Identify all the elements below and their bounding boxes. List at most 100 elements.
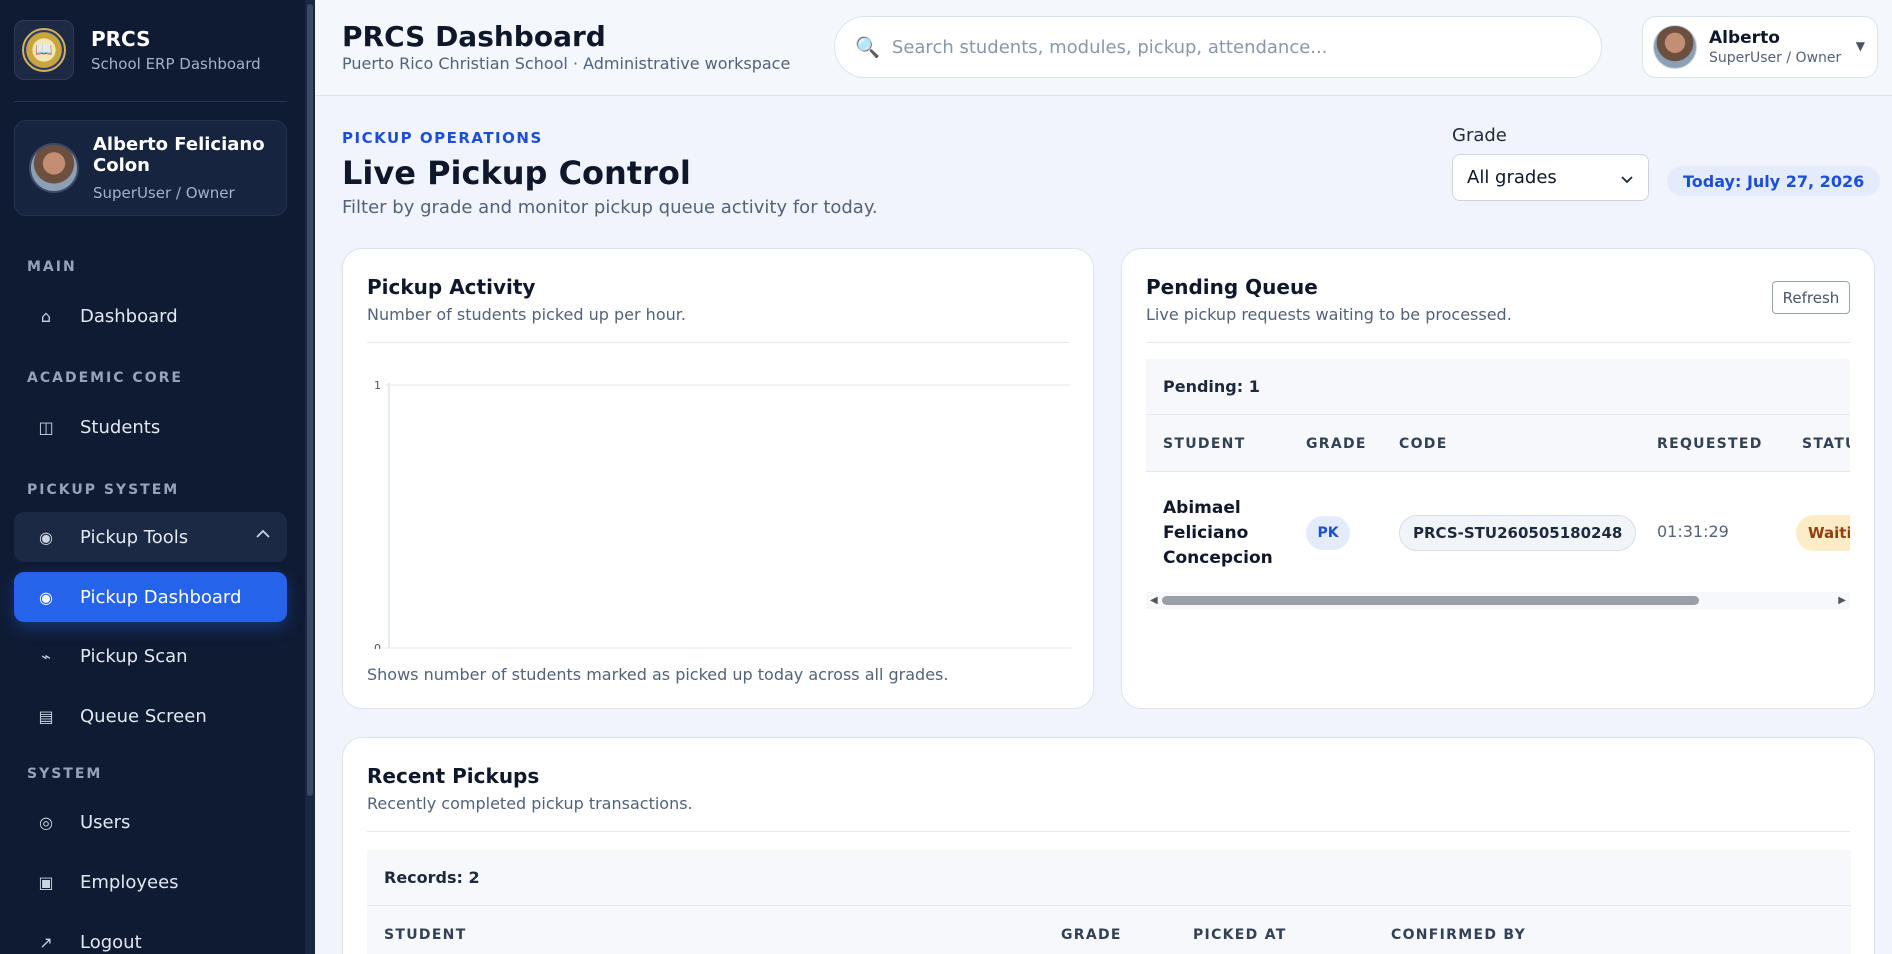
- requested-time: 01:31:29: [1657, 522, 1729, 541]
- column-header-student[interactable]: STUDENT: [384, 927, 467, 943]
- brand-name: PRCS: [91, 27, 151, 51]
- column-header-status[interactable]: STATUS: [1802, 436, 1850, 452]
- home-icon: ⌂: [40, 306, 52, 326]
- top-header: PRCS Dashboard Puerto Rico Christian Sch…: [315, 0, 1892, 96]
- table-header: STUDENT GRADE PICKED AT CONFIRMED BY: [367, 906, 1851, 954]
- pending-queue-table: Pending: 1 STUDENT GRADE CODE REQUESTED …: [1146, 359, 1850, 609]
- sidebar-user-card[interactable]: Alberto Feliciano Colon SuperUser / Owne…: [14, 120, 287, 216]
- brand[interactable]: 📖 PRCS School ERP Dashboard: [14, 20, 261, 80]
- school-logo: 📖: [14, 20, 74, 80]
- sidebar-item-pickup-scan[interactable]: ⌁ Pickup Scan: [14, 631, 287, 681]
- sidebar-section-main: MAIN: [27, 259, 77, 275]
- target-icon: ◉: [39, 587, 53, 607]
- sidebar-item-users[interactable]: ◎ Users: [14, 797, 287, 847]
- sidebar-item-label: Queue Screen: [80, 705, 207, 727]
- sidebar-item-dashboard[interactable]: ⌂ Dashboard: [14, 291, 287, 341]
- profile-name: Alberto: [1709, 28, 1780, 48]
- sidebar-scrollbar-thumb[interactable]: [307, 4, 313, 796]
- column-header-picked-at[interactable]: PICKED AT: [1193, 927, 1287, 943]
- profile-menu[interactable]: Alberto SuperUser / Owner ▼: [1642, 16, 1878, 78]
- sidebar-item-pickup-tools[interactable]: ◉ Pickup Tools: [14, 512, 287, 562]
- refresh-button[interactable]: Refresh: [1772, 281, 1850, 314]
- column-header-confirmed-by[interactable]: CONFIRMED BY: [1391, 927, 1526, 943]
- card-title: Recent Pickups: [367, 764, 540, 788]
- sidebar-item-students[interactable]: ◫ Students: [14, 402, 287, 452]
- sidebar-item-label: Users: [80, 811, 131, 833]
- pickup-activity-card: Pickup Activity Number of students picke…: [342, 248, 1094, 709]
- page-kicker: PICKUP OPERATIONS: [342, 129, 543, 147]
- sidebar-section-pickup: PICKUP SYSTEM: [27, 482, 180, 498]
- column-header-code[interactable]: CODE: [1399, 436, 1448, 452]
- grade-badge: PK: [1306, 516, 1350, 550]
- sidebar: 📖 PRCS School ERP Dashboard Alberto Feli…: [0, 0, 315, 954]
- caret-down-icon: ▼: [1855, 39, 1865, 53]
- grade-filter-label: Grade: [1452, 125, 1507, 146]
- column-header-grade[interactable]: GRADE: [1061, 927, 1122, 943]
- sidebar-item-queue-screen[interactable]: ▤ Queue Screen: [14, 691, 287, 741]
- card-title: Pickup Activity: [367, 275, 536, 299]
- sidebar-item-label: Logout: [80, 931, 142, 953]
- table-horizontal-scrollbar[interactable]: ◀ ▶: [1146, 592, 1850, 609]
- scroll-right-arrow-icon[interactable]: ▶: [1838, 595, 1846, 606]
- sidebar-user-name: Alberto Feliciano Colon: [93, 134, 265, 176]
- card-subtitle: Live pickup requests waiting to be proce…: [1146, 305, 1512, 324]
- sidebar-item-employees[interactable]: ▣ Employees: [14, 857, 287, 907]
- search-input[interactable]: [891, 36, 1572, 58]
- target-icon: ◉: [39, 527, 53, 547]
- user-circle-icon: ◎: [39, 812, 53, 832]
- sidebar-item-pickup-dashboard[interactable]: ◉ Pickup Dashboard: [14, 572, 287, 622]
- search-icon: 🔍: [855, 35, 880, 59]
- card-divider: [1146, 342, 1850, 343]
- book-icon: ◫: [38, 417, 54, 437]
- card-subtitle: Recently completed pickup transactions.: [367, 794, 693, 813]
- records-count: Records: 2: [367, 850, 1851, 906]
- sidebar-divider: [14, 101, 287, 102]
- id-card-icon: ▣: [38, 872, 54, 892]
- sidebar-item-label: Pickup Scan: [80, 645, 188, 667]
- pending-count: Pending: 1: [1146, 359, 1850, 415]
- sidebar-section-system: SYSTEM: [27, 766, 103, 782]
- y-tick-label: 1: [374, 379, 381, 392]
- card-subtitle: Number of students picked up per hour.: [367, 305, 686, 324]
- global-search[interactable]: 🔍: [834, 16, 1602, 78]
- card-divider: [367, 342, 1069, 343]
- app-title: PRCS Dashboard: [342, 20, 606, 53]
- student-name: Abimael Feliciano Concepcion: [1163, 498, 1273, 568]
- column-header-student[interactable]: STUDENT: [1163, 436, 1246, 452]
- table-row[interactable]: Abimael Feliciano Concepcion PK PRCS-STU…: [1146, 472, 1850, 592]
- sidebar-section-academic: ACADEMIC CORE: [27, 370, 183, 386]
- monitor-icon: ▤: [38, 706, 54, 726]
- table-header: STUDENT GRADE CODE REQUESTED STATUS: [1146, 415, 1850, 472]
- column-header-grade[interactable]: GRADE: [1306, 436, 1367, 452]
- sidebar-item-label: Pickup Dashboard: [80, 586, 242, 608]
- card-title: Pending Queue: [1146, 275, 1318, 299]
- pending-queue-card: Pending Queue Live pickup requests waiti…: [1121, 248, 1875, 709]
- sidebar-item-logout[interactable]: ↗ Logout: [14, 917, 287, 954]
- sidebar-item-label: Students: [80, 416, 161, 438]
- status-badge: Waiting: [1796, 515, 1850, 551]
- today-badge: Today: July 27, 2026: [1667, 166, 1881, 196]
- avatar: [29, 143, 79, 193]
- chart-footnote: Shows number of students marked as picke…: [367, 665, 949, 684]
- scan-icon: ⌁: [41, 646, 51, 666]
- column-header-requested[interactable]: REQUESTED: [1657, 436, 1763, 452]
- scroll-left-arrow-icon[interactable]: ◀: [1150, 595, 1158, 606]
- chevron-up-icon[interactable]: [255, 526, 271, 542]
- avatar: [1653, 25, 1697, 69]
- sidebar-scrollbar[interactable]: [305, 0, 315, 954]
- brand-subtitle: School ERP Dashboard: [91, 55, 261, 73]
- scrollbar-thumb[interactable]: [1162, 596, 1699, 605]
- page-title: Live Pickup Control: [342, 154, 691, 192]
- sidebar-item-label: Pickup Tools: [80, 526, 189, 548]
- pickup-activity-chart: 01: [374, 379, 1071, 649]
- sidebar-item-label: Dashboard: [80, 305, 178, 327]
- page-description: Filter by grade and monitor pickup queue…: [342, 197, 878, 218]
- student-code-badge: PRCS-STU260505180248: [1399, 515, 1637, 551]
- chevron-down-icon: [1621, 176, 1633, 184]
- sidebar-user-role: SuperUser / Owner: [93, 184, 235, 202]
- school-seal-icon: 📖: [22, 28, 66, 72]
- app-subtitle: Puerto Rico Christian School · Administr…: [342, 54, 791, 73]
- profile-role: SuperUser / Owner: [1709, 50, 1842, 66]
- recent-pickups-card: Recent Pickups Recently completed pickup…: [342, 737, 1875, 954]
- grade-filter-select[interactable]: All grades: [1452, 154, 1649, 201]
